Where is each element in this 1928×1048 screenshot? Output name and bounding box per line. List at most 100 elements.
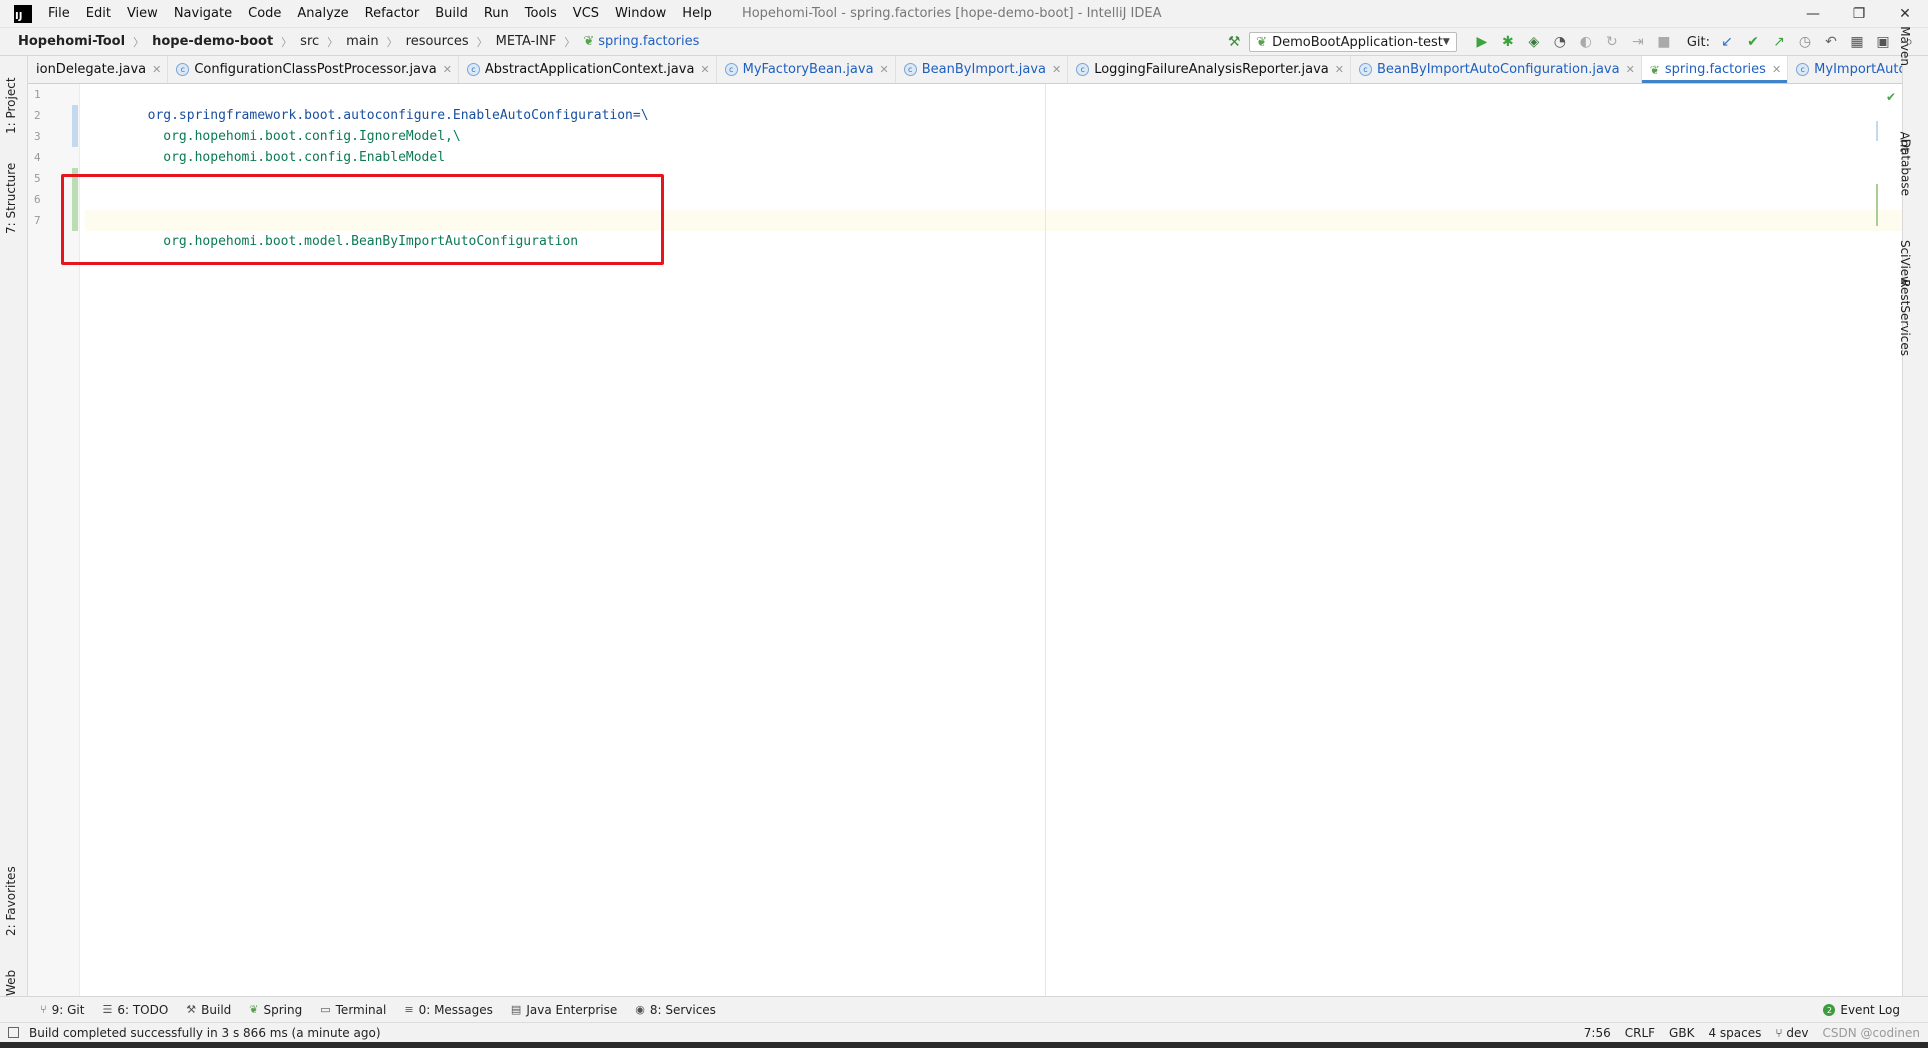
breadcrumb-main[interactable]: main [346,34,378,49]
line-separator[interactable]: CRLF [1625,1026,1655,1040]
indent-setting[interactable]: 4 spaces [1708,1026,1761,1040]
coverage-icon[interactable]: ◈ [1523,31,1545,53]
menu-run[interactable]: Run [476,6,517,21]
reload-icon[interactable]: ↻ [1601,31,1623,53]
close-icon[interactable]: ✕ [1772,63,1781,76]
inspection-ok-icon[interactable]: ✔ [1886,90,1896,104]
breadcrumb-project[interactable]: Hopehomi-Tool [18,34,125,49]
tool-spring[interactable]: ❦ Spring [249,1003,302,1017]
step-icon[interactable]: ⇥ [1627,31,1649,53]
tool-messages[interactable]: ≡ 0: Messages [404,1003,493,1017]
breadcrumb-meta-inf[interactable]: META-INF [496,34,557,49]
right-tool-strip: Maven Ant Database SciView RestServices [1898,26,1928,1022]
close-icon[interactable]: ✕ [1335,63,1344,76]
git-branch[interactable]: ⑂ dev [1775,1026,1808,1040]
chevron-right-icon: 〉 [327,35,339,49]
modified-lines-marker[interactable] [72,105,78,147]
line-number: 2 [34,109,41,122]
menu-window[interactable]: Window [607,6,674,21]
line-number: 3 [34,130,41,143]
tab-bean-by-import-auto-configuration[interactable]: c BeanByImportAutoConfiguration.java ✕ [1351,56,1642,83]
code-editor[interactable]: 1 2 3 4 5 6 7 org.springframework.boot.a… [28,84,1902,996]
close-icon[interactable]: ✕ [1626,63,1635,76]
run-icon[interactable]: ▶ [1471,31,1493,53]
menu-code[interactable]: Code [240,6,289,21]
tab-my-factory-bean[interactable]: c MyFactoryBean.java ✕ [717,56,896,83]
breadcrumb-resources[interactable]: resources [406,34,469,49]
close-icon[interactable]: ✕ [700,63,709,76]
messages-icon: ≡ [404,1003,414,1016]
project-structure-icon[interactable]: ▦ [1846,31,1868,53]
line-number: 6 [34,193,41,206]
tab-bean-by-import[interactable]: c BeanByImport.java ✕ [896,56,1069,83]
menu-edit[interactable]: Edit [78,6,119,21]
status-message[interactable]: Build completed successfully in 3 s 866 … [8,1026,381,1040]
tool-git[interactable]: ⑂ 9: Git [40,1003,84,1017]
event-log-button[interactable]: 2 Event Log [1823,997,1900,1023]
menu-refactor[interactable]: Refactor [357,6,428,21]
rollback-icon[interactable]: ↶ [1820,31,1842,53]
bottom-tool-bar: ⑂ 9: Git ☰ 6: TODO ⚒ Build ❦ Spring ▭ Termina… [0,996,1928,1022]
tool-windows-toggle-icon[interactable] [8,1027,19,1038]
close-icon[interactable]: ✕ [443,63,452,76]
tool-build[interactable]: ⚒ Build [186,1003,231,1017]
menu-help[interactable]: Help [674,6,720,21]
caret-position[interactable]: 7:56 [1584,1026,1611,1040]
code-line: org.hopehomi.boot.config.IgnoreModel,\ [147,129,461,144]
tool-rest-services[interactable]: RestServices [1898,279,1912,356]
tab-spring-factories[interactable]: ❦ spring.factories ✕ [1641,56,1789,83]
git-commit-icon[interactable]: ✔ [1742,31,1764,53]
run-configuration-label: DemoBootApplication-test [1272,34,1443,50]
menu-analyze[interactable]: Analyze [289,6,356,21]
profile-icon[interactable]: ◔ [1549,31,1571,53]
tool-project[interactable]: 1: Project [4,77,18,134]
menu-view[interactable]: View [119,6,166,21]
tool-database[interactable]: Database [1898,139,1912,196]
tab-abstract-application-context[interactable]: c AbstractApplicationContext.java ✕ [459,56,717,83]
tool-maven[interactable]: Maven [1898,26,1912,66]
scrollbar-change-marker[interactable] [1876,121,1878,141]
close-icon[interactable]: ✕ [152,63,161,76]
menu-navigate[interactable]: Navigate [166,6,240,21]
build-hammer-icon[interactable]: ⚒ [1223,31,1245,53]
maximize-button[interactable]: ❐ [1836,0,1882,28]
tool-web[interactable]: Web [4,970,18,996]
breadcrumb-module[interactable]: hope-demo-boot [152,34,273,49]
scrollbar-change-marker[interactable] [1876,184,1878,226]
tab-ion-delegate[interactable]: ionDelegate.java ✕ [28,56,169,83]
tab-logging-failure-analysis-reporter[interactable]: c LoggingFailureAnalysisReporter.java ✕ [1068,56,1351,83]
git-push-icon[interactable]: ↗ [1768,31,1790,53]
tool-todo[interactable]: ☰ 6: TODO [102,1003,168,1017]
chevron-right-icon: 〉 [281,35,293,49]
menu-build[interactable]: Build [427,6,476,21]
tool-favorites[interactable]: 2: Favorites [4,866,18,936]
breadcrumb-file[interactable]: spring.factories [598,34,699,49]
tool-structure[interactable]: 7: Structure [4,163,18,234]
tool-java-enterprise[interactable]: ▤ Java Enterprise [511,1003,617,1017]
debug-icon[interactable]: ✱ [1497,31,1519,53]
run-configuration-select[interactable]: ❦ DemoBootApplication-test ▼ [1249,32,1457,52]
file-encoding[interactable]: GBK [1669,1026,1694,1040]
close-icon[interactable]: ✕ [1052,63,1061,76]
history-icon[interactable]: ◷ [1794,31,1816,53]
tool-terminal[interactable]: ▭ Terminal [320,1003,386,1017]
menu-vcs[interactable]: VCS [565,6,607,21]
git-update-icon[interactable]: ↙ [1716,31,1738,53]
chevron-right-icon: 〉 [564,35,576,49]
minimize-button[interactable]: — [1790,0,1836,28]
close-button[interactable]: ✕ [1882,0,1928,28]
menu-file[interactable]: File [40,6,78,21]
spring-leaf-icon: ❦ [1649,62,1660,77]
tool-services[interactable]: ◉ 8: Services [635,1003,716,1017]
java-enterprise-icon: ▤ [510,1003,522,1016]
stop-icon[interactable]: ■ [1653,31,1675,53]
tab-my-import-auto-configuration[interactable]: c MyImportAutoConfiguration.java ✕ [1788,56,1902,83]
layout-icon[interactable]: ▣ [1872,31,1894,53]
tab-configuration-class-post-processor[interactable]: c ConfigurationClassPostProcessor.java ✕ [168,56,459,83]
tab-label: ConfigurationClassPostProcessor.java [194,62,437,77]
ide-window: IJ File Edit View Navigate Code Analyze … [0,0,1928,1048]
menu-tools[interactable]: Tools [517,6,565,21]
close-icon[interactable]: ✕ [880,63,889,76]
attach-icon[interactable]: ◐ [1575,31,1597,53]
breadcrumb-src[interactable]: src [300,34,319,49]
